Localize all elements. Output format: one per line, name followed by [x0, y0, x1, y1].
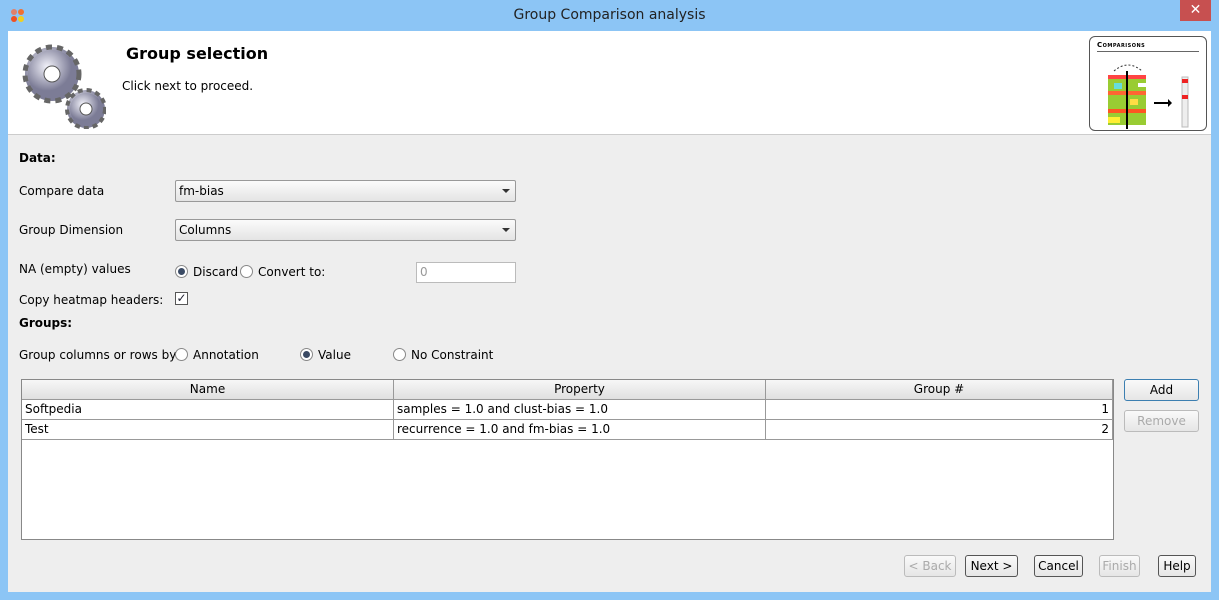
column-header-group[interactable]: Group #	[766, 380, 1113, 399]
wizard-header: Group selection Click next to proceed. C…	[8, 31, 1211, 135]
table-row[interactable]: Softpedia samples = 1.0 and clust-bias =…	[22, 400, 1113, 420]
cell-group: 2	[766, 420, 1113, 439]
gears-icon	[22, 44, 106, 129]
chevron-down-icon	[502, 228, 510, 232]
group-by-label: Group columns or rows by:	[19, 348, 180, 362]
column-header-property[interactable]: Property	[394, 380, 766, 399]
data-heading: Data:	[19, 151, 56, 165]
page-title: Group selection	[126, 44, 269, 63]
compare-data-label: Compare data	[19, 184, 105, 198]
table-row[interactable]: Test recurrence = 1.0 and fm-bias = 1.0 …	[22, 420, 1113, 440]
group-dimension-label: Group Dimension	[19, 223, 124, 237]
column-header-name[interactable]: Name	[22, 380, 394, 399]
cell-name: Test	[22, 420, 394, 439]
thumbnail-title: Comparisons	[1097, 41, 1146, 49]
convert-to-input[interactable]: 0	[416, 262, 516, 283]
group-by-value-radio[interactable]: Value	[300, 348, 351, 362]
wizard-dialog: Group selection Click next to proceed. C…	[8, 31, 1211, 592]
cell-property: samples = 1.0 and clust-bias = 1.0	[394, 400, 766, 419]
next-button[interactable]: Next >	[965, 555, 1018, 577]
groups-table[interactable]: Name Property Group # Softpedia samples …	[21, 379, 1114, 540]
remove-button[interactable]: Remove	[1124, 410, 1199, 432]
compare-data-select[interactable]: fm-bias	[175, 180, 516, 202]
na-values-label: NA (empty) values	[19, 262, 131, 276]
help-button[interactable]: Help	[1158, 555, 1196, 577]
heatmap-illustration	[1108, 64, 1189, 129]
comparisons-thumbnail: Comparisons	[1089, 36, 1207, 131]
window-title: Group Comparison analysis	[513, 7, 706, 23]
group-by-no-constraint-radio[interactable]: No Constraint	[393, 348, 493, 362]
cell-group: 1	[766, 400, 1113, 419]
cell-name: Softpedia	[22, 400, 394, 419]
table-header: Name Property Group #	[22, 380, 1113, 400]
back-button[interactable]: < Back	[904, 555, 956, 577]
page-subtitle: Click next to proceed.	[122, 79, 254, 93]
finish-button[interactable]: Finish	[1099, 555, 1140, 577]
group-by-annotation-radio[interactable]: Annotation	[175, 348, 259, 362]
group-dimension-value: Columns	[179, 223, 232, 237]
chevron-down-icon	[502, 189, 510, 193]
title-bar: Group Comparison analysis ✕	[0, 0, 1219, 30]
na-discard-radio[interactable]: Discard	[175, 265, 238, 279]
compare-data-value: fm-bias	[179, 184, 224, 198]
group-dimension-select[interactable]: Columns	[175, 219, 516, 241]
add-button[interactable]: Add	[1124, 379, 1199, 401]
na-convert-radio[interactable]: Convert to:	[240, 265, 325, 279]
copy-headers-checkbox[interactable]: ✓	[175, 292, 188, 305]
groups-heading: Groups:	[19, 316, 73, 330]
copy-headers-label: Copy heatmap headers:	[19, 293, 164, 307]
close-button[interactable]: ✕	[1180, 0, 1211, 21]
cell-property: recurrence = 1.0 and fm-bias = 1.0	[394, 420, 766, 439]
cancel-button[interactable]: Cancel	[1034, 555, 1083, 577]
